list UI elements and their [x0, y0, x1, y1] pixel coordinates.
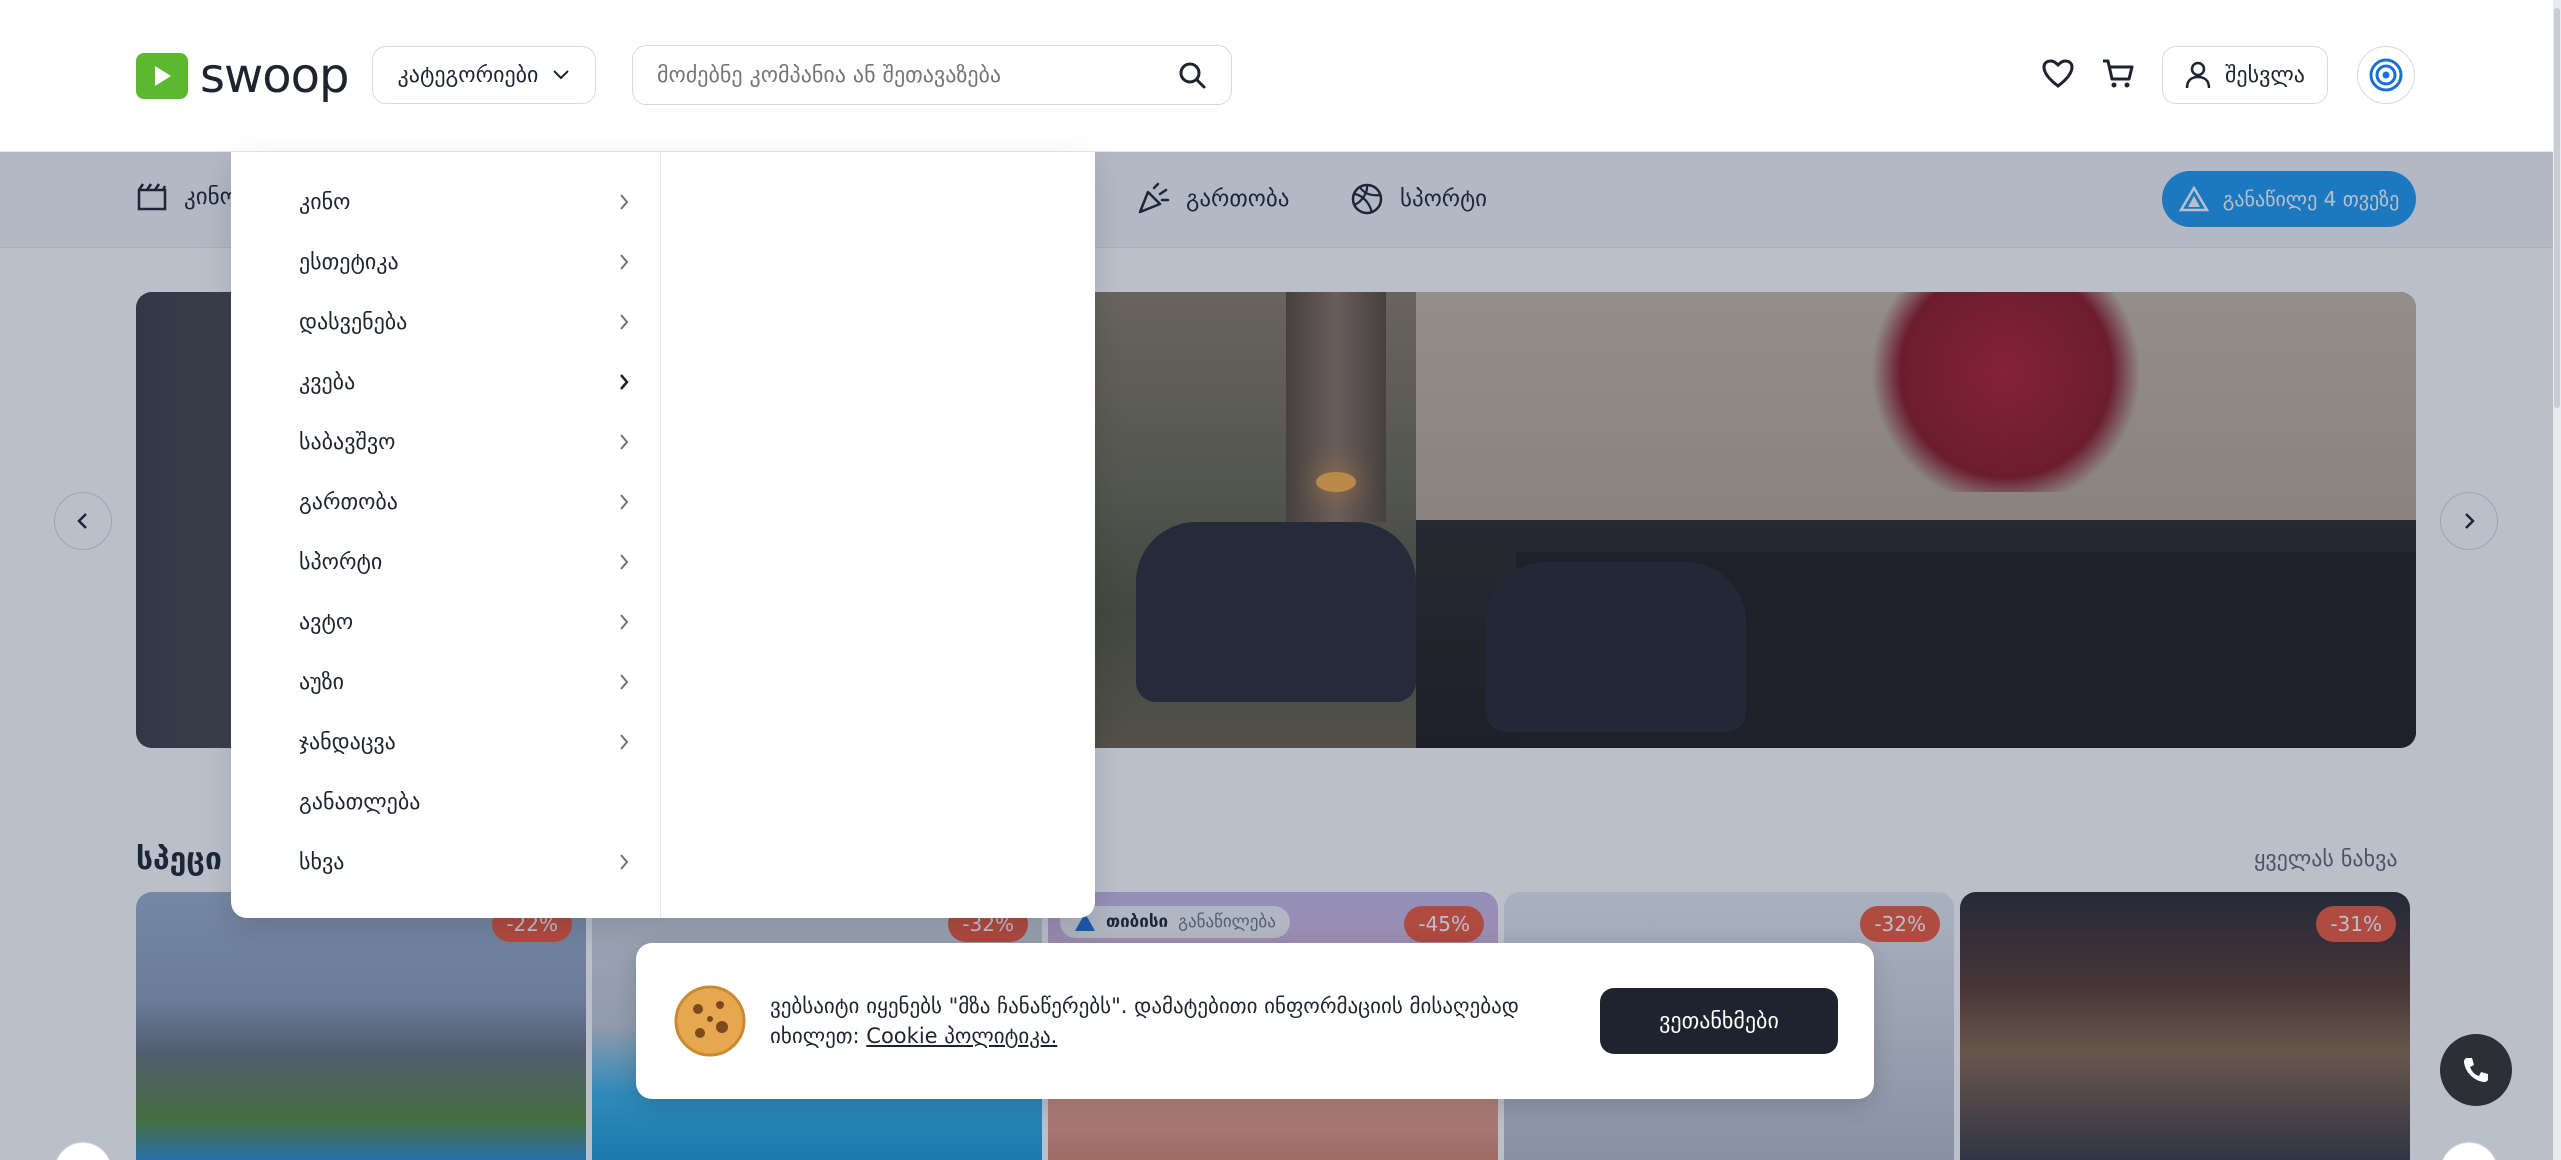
category-item[interactable]: დასვენება: [231, 292, 660, 352]
category-item[interactable]: გართობა: [231, 472, 660, 532]
logo-text: swoop: [200, 48, 349, 104]
heart-icon[interactable]: [2040, 56, 2076, 92]
logo-mark-icon: [136, 53, 188, 99]
user-icon: [2185, 61, 2211, 89]
category-label: ავტო: [299, 609, 354, 635]
cart-icon[interactable]: [2100, 56, 2136, 92]
chevron-down-icon: [553, 70, 570, 80]
category-label: საბავშვო: [299, 429, 396, 455]
search-bar: [632, 45, 1232, 105]
category-label: განათლება: [299, 789, 421, 815]
categories-label: კატეგორიები: [397, 62, 539, 88]
search-icon[interactable]: [1177, 60, 1207, 90]
login-label: შესვლა: [2225, 62, 2305, 88]
chevron-right-icon: [620, 554, 629, 570]
category-item[interactable]: საბავშვო: [231, 412, 660, 472]
chevron-right-icon: [620, 254, 629, 270]
subcategories-panel: [661, 152, 1095, 918]
chevron-right-icon: [620, 374, 629, 390]
phone-icon: [2464, 1058, 2488, 1082]
category-item[interactable]: განათლება: [231, 772, 660, 832]
cookie-message: ვებსაიტი იყენებს "მზა ჩანაწერებს". დამატ…: [770, 991, 1578, 1051]
scrollbar-thumb[interactable]: [2554, 8, 2560, 408]
chevron-right-icon: [620, 194, 629, 210]
category-label: გართობა: [299, 489, 398, 515]
category-label: აუზი: [299, 669, 345, 695]
categories-list: კინო ესთეტიკა დასვენება კვება საბავშვო გ…: [231, 152, 661, 918]
cookie-policy-link[interactable]: Cookie პოლიტიკა.: [866, 1024, 1057, 1048]
login-button[interactable]: შესვლა: [2162, 46, 2328, 104]
agree-button[interactable]: ვეთანხმები: [1600, 988, 1838, 1054]
cookie-banner: ვებსაიტი იყენებს "მზა ჩანაწერებს". დამატ…: [636, 943, 1874, 1099]
category-item[interactable]: ავტო: [231, 592, 660, 652]
chevron-right-icon: [620, 434, 629, 450]
category-label: ესთეტიკა: [299, 249, 399, 275]
chevron-right-icon: [620, 494, 629, 510]
category-label: სხვა: [299, 849, 345, 875]
category-label: კინო: [299, 189, 351, 215]
categories-button[interactable]: კატეგორიები: [372, 46, 596, 104]
category-item[interactable]: სხვა: [231, 832, 660, 892]
category-label: ჯანდაცვა: [299, 729, 396, 755]
chevron-right-icon: [620, 854, 629, 870]
search-input[interactable]: [657, 62, 1157, 88]
category-item[interactable]: კვება: [231, 352, 660, 412]
category-label: დასვენება: [299, 309, 408, 335]
chevron-right-icon: [620, 734, 629, 750]
category-item[interactable]: ჯანდაცვა: [231, 712, 660, 772]
category-item[interactable]: აუზი: [231, 652, 660, 712]
call-button[interactable]: [2440, 1034, 2512, 1106]
category-item[interactable]: ესთეტიკა: [231, 232, 660, 292]
category-item[interactable]: სპორტი: [231, 532, 660, 592]
chevron-right-icon: [620, 314, 629, 330]
language-button[interactable]: [2357, 46, 2415, 104]
category-label: სპორტი: [299, 549, 383, 575]
categories-dropdown: კინო ესთეტიკა დასვენება კვება საბავშვო გ…: [231, 152, 1095, 918]
cookie-icon: [674, 985, 746, 1057]
logo[interactable]: swoop: [136, 48, 349, 104]
chevron-right-icon: [620, 674, 629, 690]
swirl-icon: [2369, 58, 2403, 92]
category-label: კვება: [299, 369, 356, 395]
header: swoop კატეგორიები შესვლა: [0, 0, 2561, 152]
category-item[interactable]: კინო: [231, 172, 660, 232]
chevron-right-icon: [620, 614, 629, 630]
